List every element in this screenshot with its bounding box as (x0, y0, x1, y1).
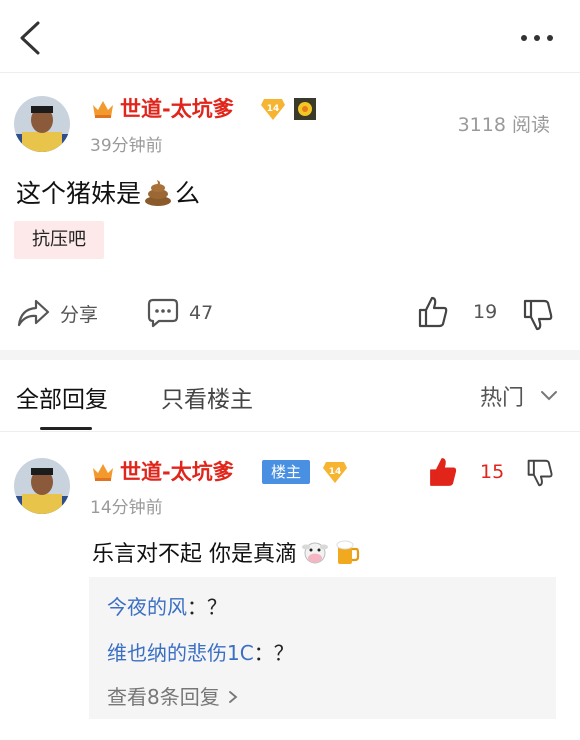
sort-label: 热门 (479, 386, 524, 411)
forum-tag[interactable]: 抗压吧 (14, 221, 104, 259)
back-icon[interactable] (18, 20, 42, 56)
share-button[interactable]: 分享 (16, 298, 98, 328)
view-more-label: 查看8条回复 (107, 685, 220, 709)
sub-reply-text: ？ (207, 595, 227, 619)
post-text-start: 这个猪妹是 (16, 179, 142, 208)
comment-button[interactable]: 47 (147, 298, 213, 328)
share-icon (17, 299, 50, 327)
sub-reply-author[interactable]: 今夜的风 (107, 595, 187, 619)
poop-emoji (145, 180, 172, 206)
reply-like-count: 15 (480, 461, 505, 483)
like-count: 19 (473, 301, 498, 323)
post-text-end: 么 (175, 179, 201, 208)
like-button[interactable]: 19 (417, 295, 497, 329)
divider (0, 72, 580, 73)
divider (0, 431, 580, 432)
thumbs-up-icon (418, 296, 448, 328)
comment-count: 47 (189, 302, 214, 324)
thumbs-down-icon[interactable] (526, 458, 554, 488)
reply-content: 乐言对不起 你是真滴 (92, 536, 361, 568)
tab-all-replies[interactable]: 全部回复 (16, 380, 108, 414)
post-username[interactable]: 世道-太坑爹 (120, 96, 234, 122)
cow-emoji (302, 542, 328, 564)
post-content: 这个猪妹是 么 (16, 174, 200, 210)
reply-text: 乐言对不起 你是真滴 (92, 542, 297, 567)
sub-reply-item[interactable]: 维也纳的悲伤1C：？ (107, 637, 294, 666)
gold-medal-icon (294, 98, 316, 120)
sub-replies: 今夜的风：？ 维也纳的悲伤1C：？ 查看8条回复 (89, 577, 556, 719)
view-count: 3118 阅读 (457, 114, 550, 136)
more-icon[interactable] (520, 34, 554, 42)
view-more-replies-link[interactable]: 查看8条回复 (107, 681, 238, 710)
reply-like-button[interactable]: 15 (428, 456, 504, 488)
sub-reply-separator: ： (253, 641, 274, 665)
top-bar (0, 0, 580, 72)
beer-emoji (336, 540, 360, 564)
reply-tabs: 全部回复 只看楼主 热门 (0, 360, 580, 432)
sub-reply-separator: ： (187, 595, 207, 619)
share-label: 分享 (60, 303, 99, 326)
thumbs-down-icon[interactable] (522, 298, 554, 332)
reply-time: 14分钟前 (90, 498, 163, 518)
post-level: 14 (267, 104, 280, 114)
thumbs-up-icon (430, 458, 457, 486)
active-tab-indicator (40, 427, 92, 430)
sub-reply-author[interactable]: 维也纳的悲伤1C (107, 641, 254, 665)
avatar[interactable] (14, 96, 70, 152)
tab-owner-only[interactable]: 只看楼主 (161, 380, 253, 414)
post-time: 39分钟前 (90, 136, 163, 156)
sub-reply-item[interactable]: 今夜的风：？ (107, 591, 227, 620)
reply-avatar[interactable] (14, 458, 70, 514)
reply-level: 14 (329, 467, 342, 477)
diamond-level-icon: 14 (323, 462, 347, 483)
reply-username[interactable]: 世道-太坑爹 (120, 459, 234, 485)
sort-dropdown[interactable]: 热门 (480, 380, 558, 412)
crown-icon (93, 101, 113, 118)
chevron-down-icon (541, 391, 557, 401)
owner-badge: 楼主 (262, 460, 311, 484)
diamond-level-icon: 14 (261, 99, 285, 120)
crown-icon (93, 464, 113, 481)
section-divider (0, 350, 580, 360)
chevron-right-icon (229, 691, 238, 703)
comment-icon (147, 298, 179, 328)
sub-reply-text: ？ (273, 641, 294, 665)
